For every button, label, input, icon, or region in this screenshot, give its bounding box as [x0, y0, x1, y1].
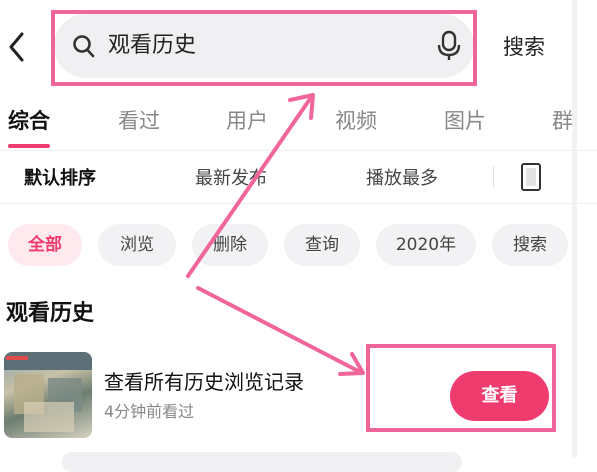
- arrow-to-search: [186, 94, 314, 278]
- arrow-to-view: [196, 286, 364, 375]
- annotation-arrows: [186, 93, 365, 376]
